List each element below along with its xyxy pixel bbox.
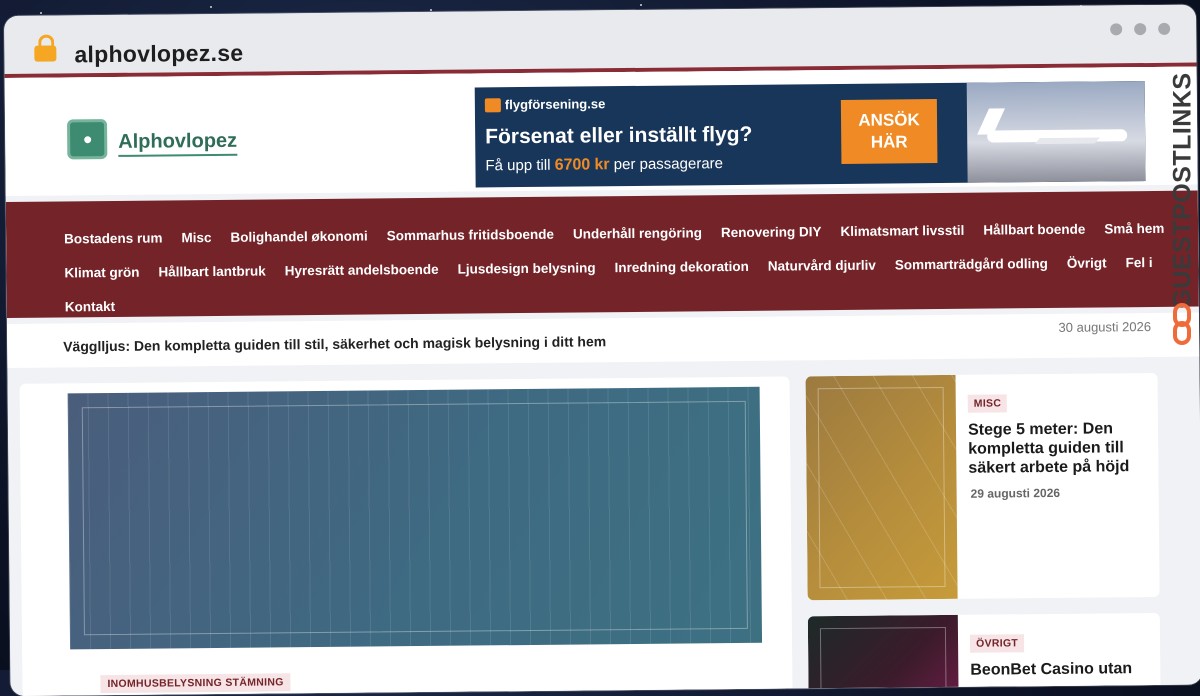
nav-item[interactable]: Hyresrätt andelsboende [285,262,439,278]
image-frame [81,400,748,636]
nav-item-contact[interactable]: Kontakt [65,299,115,314]
main-navigation: Bostadens rum Misc Bolighandel økonomi S… [5,190,1199,318]
plane-icon [484,97,501,112]
web-page: Alphovlopez flygförsening.se Försenat el… [4,66,1200,696]
ad-amount: 6700 [554,156,591,174]
nav-row-2: Klimat grön Hållbart lantbruk Hyresrätt … [64,255,1152,280]
nav-item[interactable]: Klimat grön [64,265,139,281]
nav-row-3: Kontakt [65,299,115,314]
watermark-text: GUESTPOSTLINKS [1168,72,1197,309]
ad-sub-prefix: Få upp till [485,156,551,175]
sidebar-article-image[interactable] [805,374,958,601]
ad-currency: kr [594,156,610,174]
nav-item[interactable]: Övrigt [1067,255,1107,270]
ad-headline: Försenat eller inställt flyg? [485,122,753,149]
nav-item[interactable]: Naturvård djurliv [768,258,876,274]
sidebar-article-image[interactable] [807,614,959,696]
window-dot-icon[interactable] [1110,23,1123,36]
link-ring [1173,321,1191,345]
nav-item[interactable]: Renovering DIY [721,224,822,240]
ticker-headline[interactable]: Vägglljus: Den kompletta guiden till sti… [63,333,606,354]
nav-item[interactable]: Hållbart boende [983,222,1085,238]
nav-row-1: Bostadens rum Misc Bolighandel økonomi S… [64,221,1164,247]
site-logo-text[interactable]: Alphovlopez [118,130,237,154]
article-title[interactable]: Stege 5 meter: Den kompletta guiden till… [968,419,1139,478]
ad-brand-label: flygförsening.se [504,96,606,113]
article-date: 29 augusti 2026 [970,485,1061,501]
featured-category-badge[interactable]: INOMHUSBELYSNING STÄMNING [100,673,291,694]
window-dot-icon[interactable] [1134,23,1147,36]
nav-item[interactable]: Underhåll rengöring [573,225,702,241]
ticker-date: 30 augusti 2026 [1058,319,1152,335]
nav-item[interactable]: Misc [181,230,211,245]
window-dot-icon[interactable] [1158,22,1171,35]
site-logo-icon[interactable] [66,119,108,160]
link-icon [1171,303,1193,347]
nav-item[interactable]: Hållbart lantbruk [158,263,265,279]
ad-apply-button[interactable]: ANSÖK HÄR [840,99,938,164]
nav-item[interactable]: Sommarhus fritidsboende [387,227,554,244]
sidebar-article-card[interactable]: ÖVRIGT BeonBet Casino utan [807,612,1161,696]
nav-item[interactable]: Fel i [1126,255,1153,270]
image-frame [817,386,946,589]
news-ticker: Vägglljus: Den kompletta guiden till sti… [6,312,1200,368]
category-badge[interactable]: MISC [967,394,1008,413]
browser-window: alphovlopez.se Alphovlopez flygförsening… [4,4,1200,696]
lock-icon [34,45,57,62]
nav-item[interactable]: Klimatsmart livsstil [840,223,964,239]
ad-sub-suffix: per passagerare [613,155,724,174]
banner-ad[interactable]: flygförsening.se Försenat eller inställt… [474,81,1146,188]
ad-subline: Få upp till 6700 kr per passagerare [485,155,723,175]
nav-item[interactable]: Bostadens rum [64,230,162,246]
image-frame [819,626,947,695]
site-header: Alphovlopez flygförsening.se Försenat el… [4,66,1198,196]
plane-wing [1034,137,1100,145]
nav-item[interactable]: Inredning dekoration [615,259,749,275]
address-bar-url[interactable]: alphovlopez.se [74,40,243,69]
ad-cta-line1: ANSÖK [858,110,920,130]
ad-cta-line2: HÄR [870,132,908,152]
ad-airplane-image [966,81,1146,183]
article-title[interactable]: BeonBet Casino utan [970,659,1140,680]
sidebar-article-card[interactable]: MISC Stege 5 meter: Den kompletta guiden… [805,372,1160,601]
nav-item[interactable]: Ljusdesign belysning [457,260,595,276]
ad-brand: flygförsening.se [484,96,606,113]
featured-article-card[interactable]: INOMHUSBELYSNING STÄMNING [19,376,793,696]
nav-item[interactable]: Bolighandel økonomi [230,229,367,245]
window-controls [1110,22,1171,36]
browser-toolbar: alphovlopez.se [4,4,1197,78]
category-badge[interactable]: ÖVRIGT [969,634,1025,653]
nav-item[interactable]: Sommarträdgård odling [895,256,1048,272]
featured-article-image[interactable] [67,386,763,650]
nav-item[interactable]: Små hem [1104,221,1164,237]
